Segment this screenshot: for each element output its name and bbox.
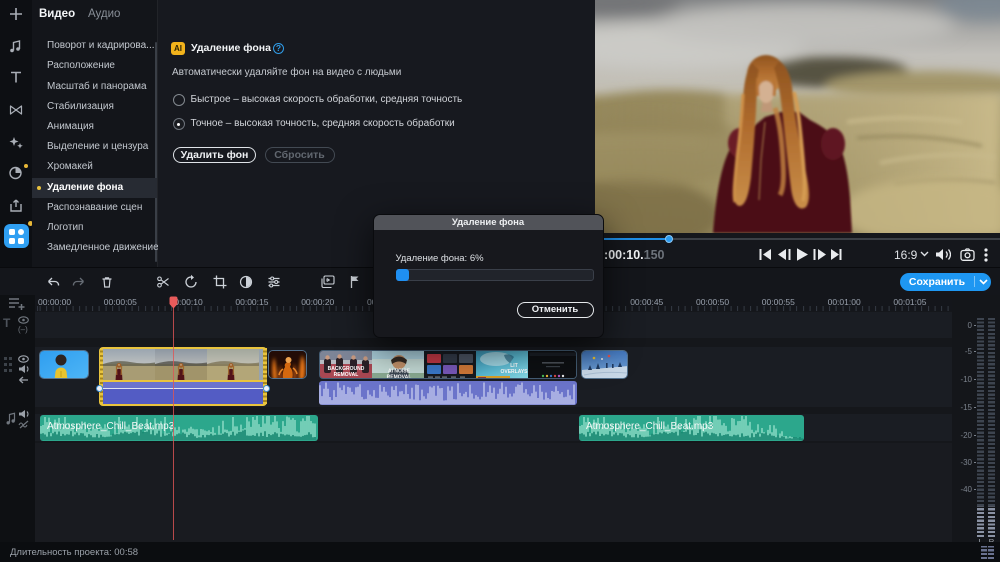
- svg-text:OVERLAYS: OVERLAYS: [500, 369, 528, 375]
- svg-text:REMOVAL: REMOVAL: [334, 372, 359, 378]
- svg-text:REMOVAL: REMOVAL: [387, 375, 412, 380]
